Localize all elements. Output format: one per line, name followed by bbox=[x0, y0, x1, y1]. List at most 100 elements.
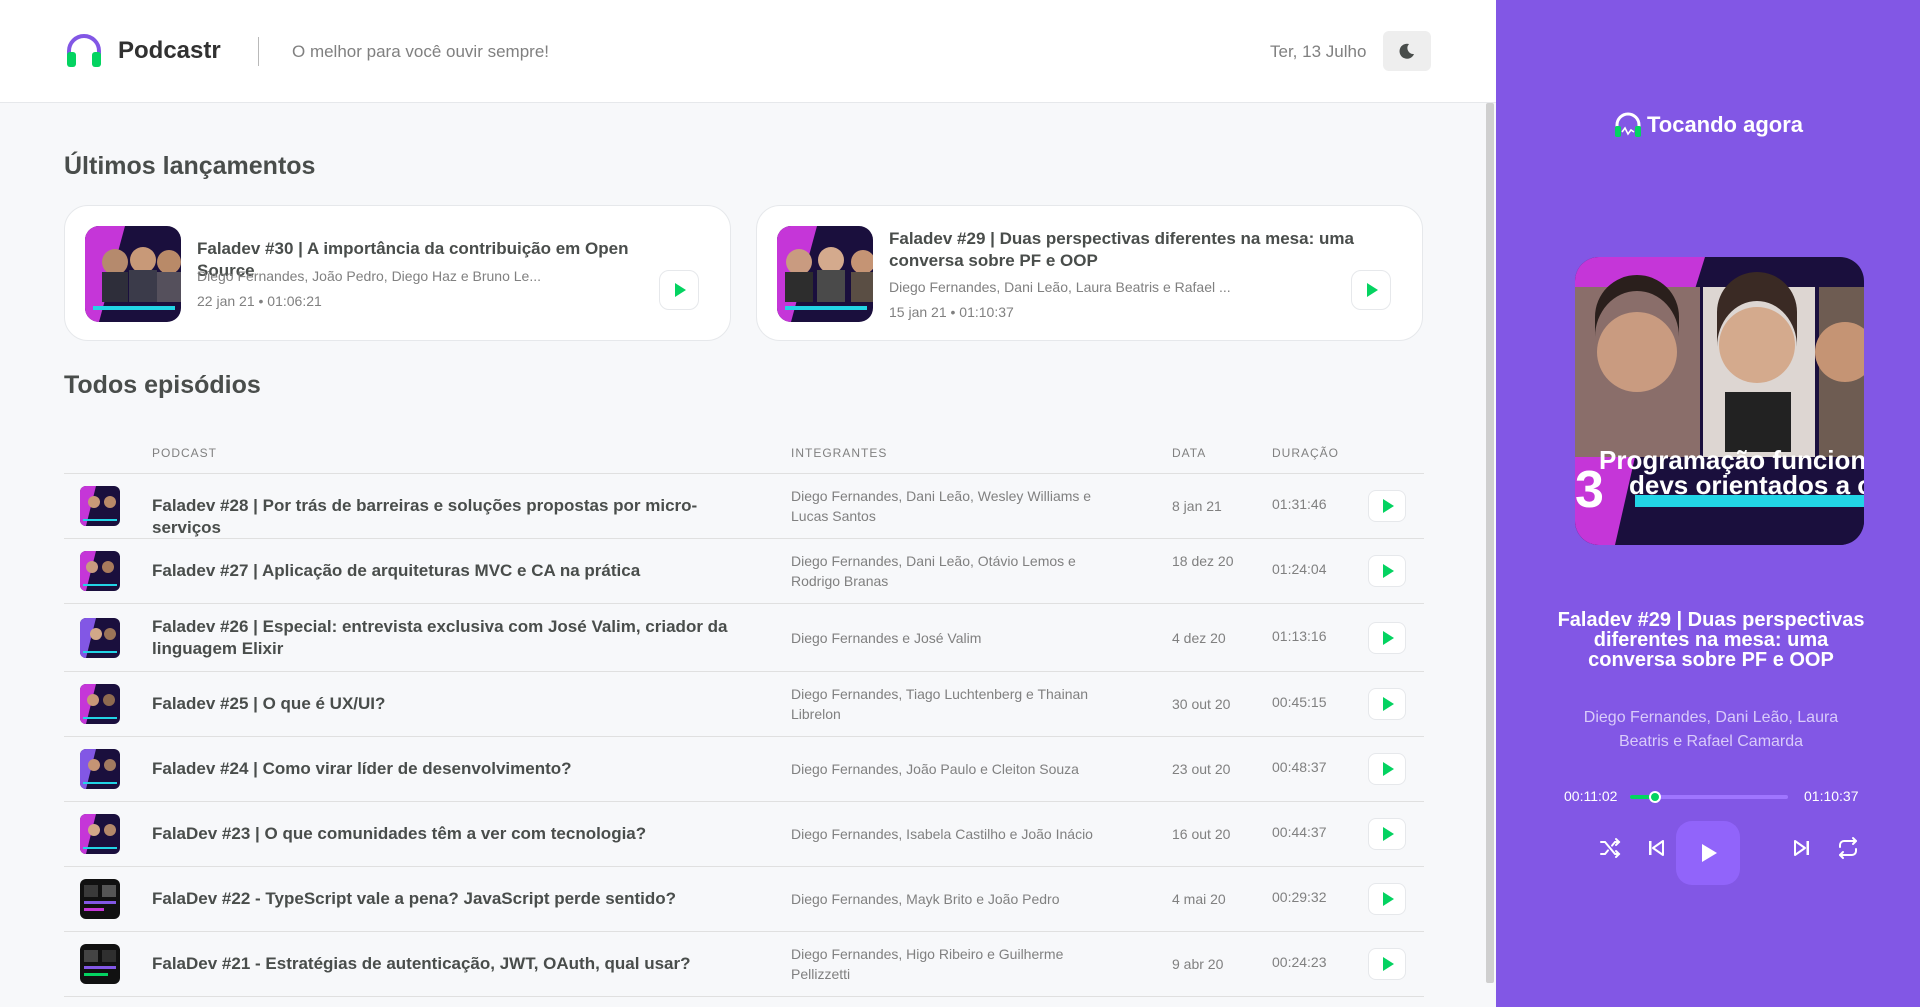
player-heading: Tocando agora bbox=[1496, 110, 1920, 140]
meta-separator: • bbox=[258, 293, 268, 309]
play-episode-button[interactable] bbox=[1368, 622, 1406, 654]
shuffle-button[interactable] bbox=[1586, 824, 1634, 872]
table-row[interactable]: FalaDev #23 | O que comunidades têm a ve… bbox=[64, 802, 1424, 867]
episode-thumbnail[interactable] bbox=[80, 618, 120, 658]
episode-thumbnail[interactable] bbox=[80, 814, 120, 854]
progress-handle[interactable] bbox=[1648, 791, 1661, 803]
episode-date: 16 out 20 bbox=[1172, 826, 1231, 842]
page-scrollbar[interactable] bbox=[1486, 103, 1494, 983]
episode-thumbnail[interactable] bbox=[85, 226, 181, 322]
progress-slider[interactable] bbox=[1630, 791, 1788, 803]
play-icon bbox=[1383, 957, 1394, 971]
episode-meta: 22 jan 21 • 01:06:21 bbox=[197, 293, 322, 309]
play-icon bbox=[1383, 564, 1394, 578]
player-panel: Tocando agora Programação funcion devs o… bbox=[1496, 0, 1920, 1007]
episode-date: 8 jan 21 bbox=[1172, 498, 1222, 514]
episode-date: 22 jan 21 bbox=[197, 293, 255, 309]
episode-title[interactable]: FalaDev #23 | O que comunidades têm a ve… bbox=[152, 823, 762, 845]
total-time: 01:10:37 bbox=[1804, 788, 1859, 804]
episode-title[interactable]: Faladev #27 | Aplicação de arquiteturas … bbox=[152, 560, 762, 582]
episode-title[interactable]: Faladev #29 | Duas perspectivas diferent… bbox=[889, 228, 1369, 272]
table-row[interactable]: Faladev #28 | Por trás de barreiras e so… bbox=[64, 474, 1424, 539]
app-name: Podcastr bbox=[118, 37, 221, 64]
episode-thumbnail[interactable] bbox=[80, 551, 120, 591]
play-episode-button[interactable] bbox=[1351, 270, 1391, 310]
table-row[interactable]: Faladev #26 | Especial: entrevista exclu… bbox=[64, 604, 1424, 672]
play-button[interactable] bbox=[1676, 821, 1740, 885]
table-row[interactable]: Faladev #24 | Como virar líder de desenv… bbox=[64, 737, 1424, 802]
episode-title[interactable]: FalaDev #21 - Estratégias de autenticaçã… bbox=[152, 953, 762, 975]
play-episode-button[interactable] bbox=[659, 270, 699, 310]
episode-meta: 15 jan 21 • 01:10:37 bbox=[889, 304, 1014, 320]
shuffle-icon bbox=[1600, 838, 1621, 858]
episode-date: 15 jan 21 bbox=[889, 304, 947, 320]
episode-title[interactable]: Faladev #24 | Como virar líder de desenv… bbox=[152, 758, 762, 780]
play-episode-button[interactable] bbox=[1368, 688, 1406, 720]
episode-title[interactable]: Faladev #28 | Por trás de barreiras e so… bbox=[152, 495, 762, 539]
episode-thumbnail[interactable] bbox=[777, 226, 873, 322]
episode-duration: 00:44:37 bbox=[1272, 824, 1327, 840]
play-episode-button[interactable] bbox=[1368, 753, 1406, 785]
play-icon bbox=[1383, 762, 1394, 776]
column-header-duration: Duração bbox=[1272, 446, 1340, 460]
column-header-podcast: Podcast bbox=[152, 446, 218, 460]
episode-date: 18 dez 20 bbox=[1172, 553, 1234, 569]
episode-duration: 00:45:15 bbox=[1272, 694, 1327, 710]
repeat-icon bbox=[1839, 837, 1857, 859]
episode-thumbnail[interactable] bbox=[80, 944, 120, 984]
header-divider bbox=[258, 37, 259, 66]
episode-duration: 00:24:23 bbox=[1272, 954, 1327, 970]
play-icon bbox=[1702, 844, 1717, 862]
next-button[interactable] bbox=[1778, 824, 1826, 872]
play-episode-button[interactable] bbox=[1368, 555, 1406, 587]
previous-button[interactable] bbox=[1632, 824, 1680, 872]
tagline: O melhor para você ouvir sempre! bbox=[292, 42, 549, 61]
table-row[interactable]: Faladev #25 | O que é UX/UI? Diego Ferna… bbox=[64, 672, 1424, 737]
all-episodes-title: Todos episódios bbox=[64, 371, 261, 399]
theme-toggle-button[interactable] bbox=[1383, 31, 1431, 71]
episode-thumbnail[interactable] bbox=[80, 879, 120, 919]
now-playing-title: Faladev #29 | Duas perspectivas diferent… bbox=[1557, 609, 1865, 671]
episode-members: Diego Fernandes e José Valim bbox=[791, 630, 982, 646]
episode-members: Diego Fernandes, Higo Ribeiro e Guilherm… bbox=[791, 946, 1064, 982]
play-episode-button[interactable] bbox=[1368, 490, 1406, 522]
play-icon bbox=[1367, 283, 1378, 297]
episode-members: Diego Fernandes, Dani Leão, Otávio Lemos… bbox=[791, 553, 1076, 589]
current-date: Ter, 13 Julho bbox=[1270, 42, 1367, 61]
play-episode-button[interactable] bbox=[1368, 948, 1406, 980]
episode-duration: 00:29:32 bbox=[1272, 889, 1327, 905]
episode-thumbnail[interactable] bbox=[80, 749, 120, 789]
episode-thumbnail[interactable] bbox=[80, 486, 120, 526]
play-episode-button[interactable] bbox=[1368, 818, 1406, 850]
episode-date: 9 abr 20 bbox=[1172, 956, 1224, 972]
main-content: Podcastr O melhor para você ouvir sempre… bbox=[0, 0, 1496, 1007]
latest-episode-card[interactable]: Faladev #29 | Duas perspectivas diferent… bbox=[756, 205, 1423, 341]
episode-thumbnail[interactable] bbox=[80, 684, 120, 724]
column-header-date: Data bbox=[1172, 446, 1207, 460]
table-row[interactable]: FalaDev #21 - Estratégias de autenticaçã… bbox=[64, 932, 1424, 997]
headphones-icon bbox=[67, 34, 101, 67]
episode-date: 4 dez 20 bbox=[1172, 630, 1226, 646]
play-icon bbox=[675, 283, 686, 297]
cover-episode-number: 3 bbox=[1575, 461, 1604, 519]
app-logo[interactable]: Podcastr bbox=[64, 31, 221, 71]
play-icon bbox=[1383, 631, 1394, 645]
table-row[interactable]: FalaDev #22 - TypeScript vale a pena? Ja… bbox=[64, 867, 1424, 932]
episode-date: 4 mai 20 bbox=[1172, 891, 1226, 907]
latest-episode-card[interactable]: Faladev #30 | A importância da contribui… bbox=[64, 205, 731, 341]
column-header-members: Integrantes bbox=[791, 446, 888, 460]
episode-members: Diego Fernandes, Dani Leão, Wesley Willi… bbox=[791, 488, 1092, 524]
play-icon bbox=[1383, 827, 1394, 841]
table-row[interactable]: Faladev #27 | Aplicação de arquiteturas … bbox=[64, 539, 1424, 604]
current-time: 00:11:02 bbox=[1564, 788, 1618, 804]
meta-separator: • bbox=[950, 304, 960, 320]
episode-title[interactable]: Faladev #26 | Especial: entrevista exclu… bbox=[152, 616, 762, 660]
headphones-icon bbox=[1614, 112, 1641, 137]
episode-title[interactable]: Faladev #25 | O que é UX/UI? bbox=[152, 693, 762, 715]
episode-date: 23 out 20 bbox=[1172, 761, 1231, 777]
episode-title[interactable]: FalaDev #22 - TypeScript vale a pena? Ja… bbox=[152, 888, 762, 910]
play-episode-button[interactable] bbox=[1368, 883, 1406, 915]
now-playing-cover: Programação funcion devs orientados a o … bbox=[1575, 257, 1864, 545]
repeat-button[interactable] bbox=[1824, 824, 1872, 872]
episode-members: Diego Fernandes, João Pedro, Diego Haz e… bbox=[197, 268, 541, 284]
